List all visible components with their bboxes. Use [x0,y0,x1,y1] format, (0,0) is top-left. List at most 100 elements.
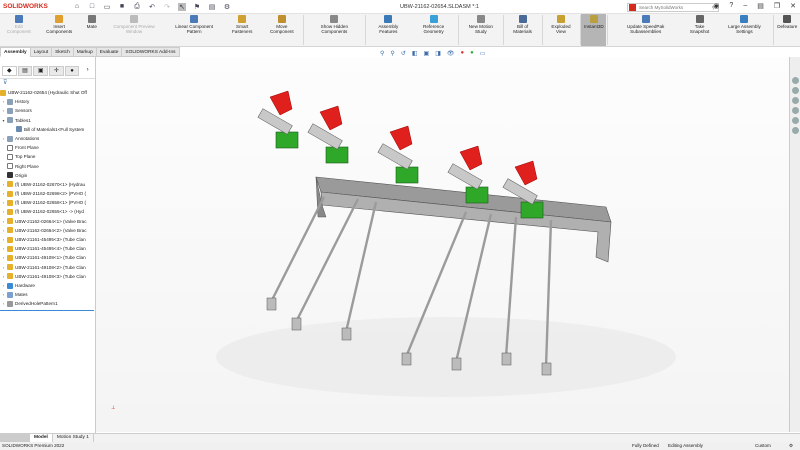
display-manager-icon[interactable]: ● [64,66,80,76]
tree-item[interactable]: › Mates [0,290,95,299]
ribbon-new-motion-study-button[interactable]: New Motion Study [460,14,502,46]
view-palette-icon[interactable] [791,107,799,114]
expand-icon[interactable]: › [0,281,7,290]
appearances-icon[interactable] [791,117,799,124]
ribbon-move-component-button[interactable]: Move Component [261,14,302,46]
expand-icon[interactable]: › [0,198,7,207]
expand-icon[interactable]: › [0,207,7,216]
expand-icon[interactable]: › [0,272,7,281]
redo-icon[interactable]: ↷ [163,3,171,11]
help-icon[interactable]: ? [729,2,733,10]
custom-properties-icon[interactable] [791,127,799,134]
zoom-to-fit-icon[interactable]: ⚲ [380,50,384,57]
tab-evaluate[interactable]: Evaluate [95,47,123,57]
assembly-model[interactable]: ⊥ [96,57,790,432]
tree-item[interactable]: › DerivedHolePattern1 [0,299,95,308]
graphics-area[interactable]: ⊥ [96,57,790,432]
undo-icon[interactable]: ↶ [148,3,156,11]
ribbon-reference-geometry-button[interactable]: Reference Geometry [410,14,457,46]
more-icon[interactable]: › [80,66,95,76]
tree-item[interactable]: ▾ Tables1 [0,116,95,125]
tree-item[interactable]: › History [0,97,95,106]
minimize-button[interactable]: – [743,2,747,10]
ribbon-edit-component-button[interactable]: Edit Component [0,14,38,46]
new-icon[interactable]: □ [88,3,96,11]
expand-icon[interactable]: › [0,217,7,226]
tree-item[interactable]: › UBW-21161-49108<2> (Tube Clan [0,263,95,272]
expand-icon[interactable]: › [0,299,7,308]
hide-show-icon[interactable]: 👁 [447,50,455,57]
view-orientation-icon[interactable]: ▣ [424,50,430,57]
tree-item[interactable]: › UBW-21162-02664<2> (Valve Brac [0,226,95,235]
tree-item[interactable]: › (f) UBW-21162-02655<1> -> (Hyd [0,207,95,216]
tab-markup[interactable]: Markup [72,47,97,57]
expand-icon[interactable]: ▾ [0,116,7,125]
ribbon-component-preview-window-button[interactable]: Component Preview Window [103,14,166,46]
ribbon-insert-components-button[interactable]: Insert Components [38,14,81,46]
ribbon-update-speedpak-subassemblies-button[interactable]: Update SpeedPak Subassemblies [609,14,682,46]
expand-icon[interactable]: › [0,189,7,198]
expand-icon[interactable]: › [0,253,7,262]
print-icon[interactable]: ⎙ [133,3,141,11]
tab-layout[interactable]: Layout [29,47,53,57]
dimxpert-icon[interactable]: ✛ [49,66,64,76]
restore-button[interactable]: ❐ [774,2,780,10]
section-view-icon[interactable]: ◧ [412,50,418,57]
filter-icon[interactable]: ⊽ [0,79,95,87]
tree-item[interactable]: › Annotations [0,134,95,143]
rebuild-icon[interactable]: ⚑ [193,3,201,11]
tree-item[interactable]: UBW-21162-02654 (Hydraulic Shut Off [0,88,95,97]
tree-item[interactable]: › (f) UBW-21162-02658<1> (PVHO ( [0,198,95,207]
tree-item[interactable]: › UBW-21161-45495<3> (Tube Clan [0,235,95,244]
feature-tree-icon[interactable]: ◆ [2,66,17,76]
user-icon[interactable]: ◉ [713,2,719,10]
ribbon-linear-component-pattern-button[interactable]: Linear Component Pattern [165,14,223,46]
select-icon[interactable]: ↖ [178,2,186,11]
tile-button[interactable]: ▤ [757,2,764,10]
tree-item[interactable]: › (f) UBW-21162-02698<2> (PVHO ( [0,189,95,198]
expand-icon[interactable]: › [0,134,7,143]
ribbon-take-snapshot-button[interactable]: Take Snapshot [682,14,717,46]
design-library-icon[interactable] [791,87,799,94]
ribbon-mate-button[interactable]: Mate [81,14,103,46]
open-icon[interactable]: ▭ [103,3,111,11]
file-properties-icon[interactable]: ▤ [208,3,216,11]
ribbon-show-hidden-components-button[interactable]: Show Hidden Components [305,14,363,46]
close-button[interactable]: ✕ [790,2,796,10]
property-manager-icon[interactable]: ▤ [17,66,33,76]
tab-assembly[interactable]: Assembly [0,47,31,57]
tree-item[interactable]: › Hardware [0,281,95,290]
edit-appearance-icon[interactable]: ● [460,50,464,57]
tree-item[interactable]: › (f) UBW-21162-02670<1> (Hydrau [0,180,95,189]
search-input[interactable]: Search MySolidWorks ⚲ [627,3,719,12]
tab-model[interactable]: Model [30,434,53,442]
zoom-to-area-icon[interactable]: ⚲ [390,50,394,57]
expand-icon[interactable]: › [0,290,7,299]
expand-icon[interactable]: › [0,235,7,244]
save-icon[interactable]: ■ [118,3,126,11]
previous-view-icon[interactable]: ↺ [401,50,406,57]
ribbon-exploded-view-button[interactable]: Exploded View [543,14,578,46]
expand-icon[interactable]: › [0,226,7,235]
tree-item[interactable]: › UBW-21161-49108<3> (Tube Clan [0,272,95,281]
tree-item[interactable]: › UBW-21161-49108<1> (Tube Clan [0,253,95,262]
ribbon-instant3d-button[interactable]: Instant3D [581,14,607,46]
status-settings-icon[interactable]: ⚙ [789,442,793,450]
tree-item[interactable]: › UBW-21162-02664<1> (Valve Brac [0,217,95,226]
ribbon-bill-of-materials-button[interactable]: Bill of Materials [505,14,541,46]
options-icon[interactable]: ⚙ [223,3,231,11]
view-settings-icon[interactable]: ▭ [480,50,486,57]
display-style-icon[interactable]: ◨ [435,50,441,57]
expand-icon[interactable]: › [0,180,7,189]
home-icon[interactable]: ⌂ [73,3,81,11]
ribbon-large-assembly-settings-button[interactable]: Large Assembly Settings [717,14,771,46]
tree-item[interactable]: Origin [0,171,95,180]
ribbon-assembly-features-button[interactable]: Assembly Features [366,14,410,46]
tab-motion-study[interactable]: Motion Study 1 [53,434,94,442]
ribbon-smart-fasteners-button[interactable]: Smart Fasteners [223,14,262,46]
units-selector[interactable]: Custom [755,442,771,450]
resources-icon[interactable] [791,77,799,84]
tree-item[interactable]: Right Plane [0,162,95,171]
file-explorer-icon[interactable] [791,97,799,104]
tree-item[interactable]: › UBW-21161-45495<4> (Tube Clan [0,244,95,253]
